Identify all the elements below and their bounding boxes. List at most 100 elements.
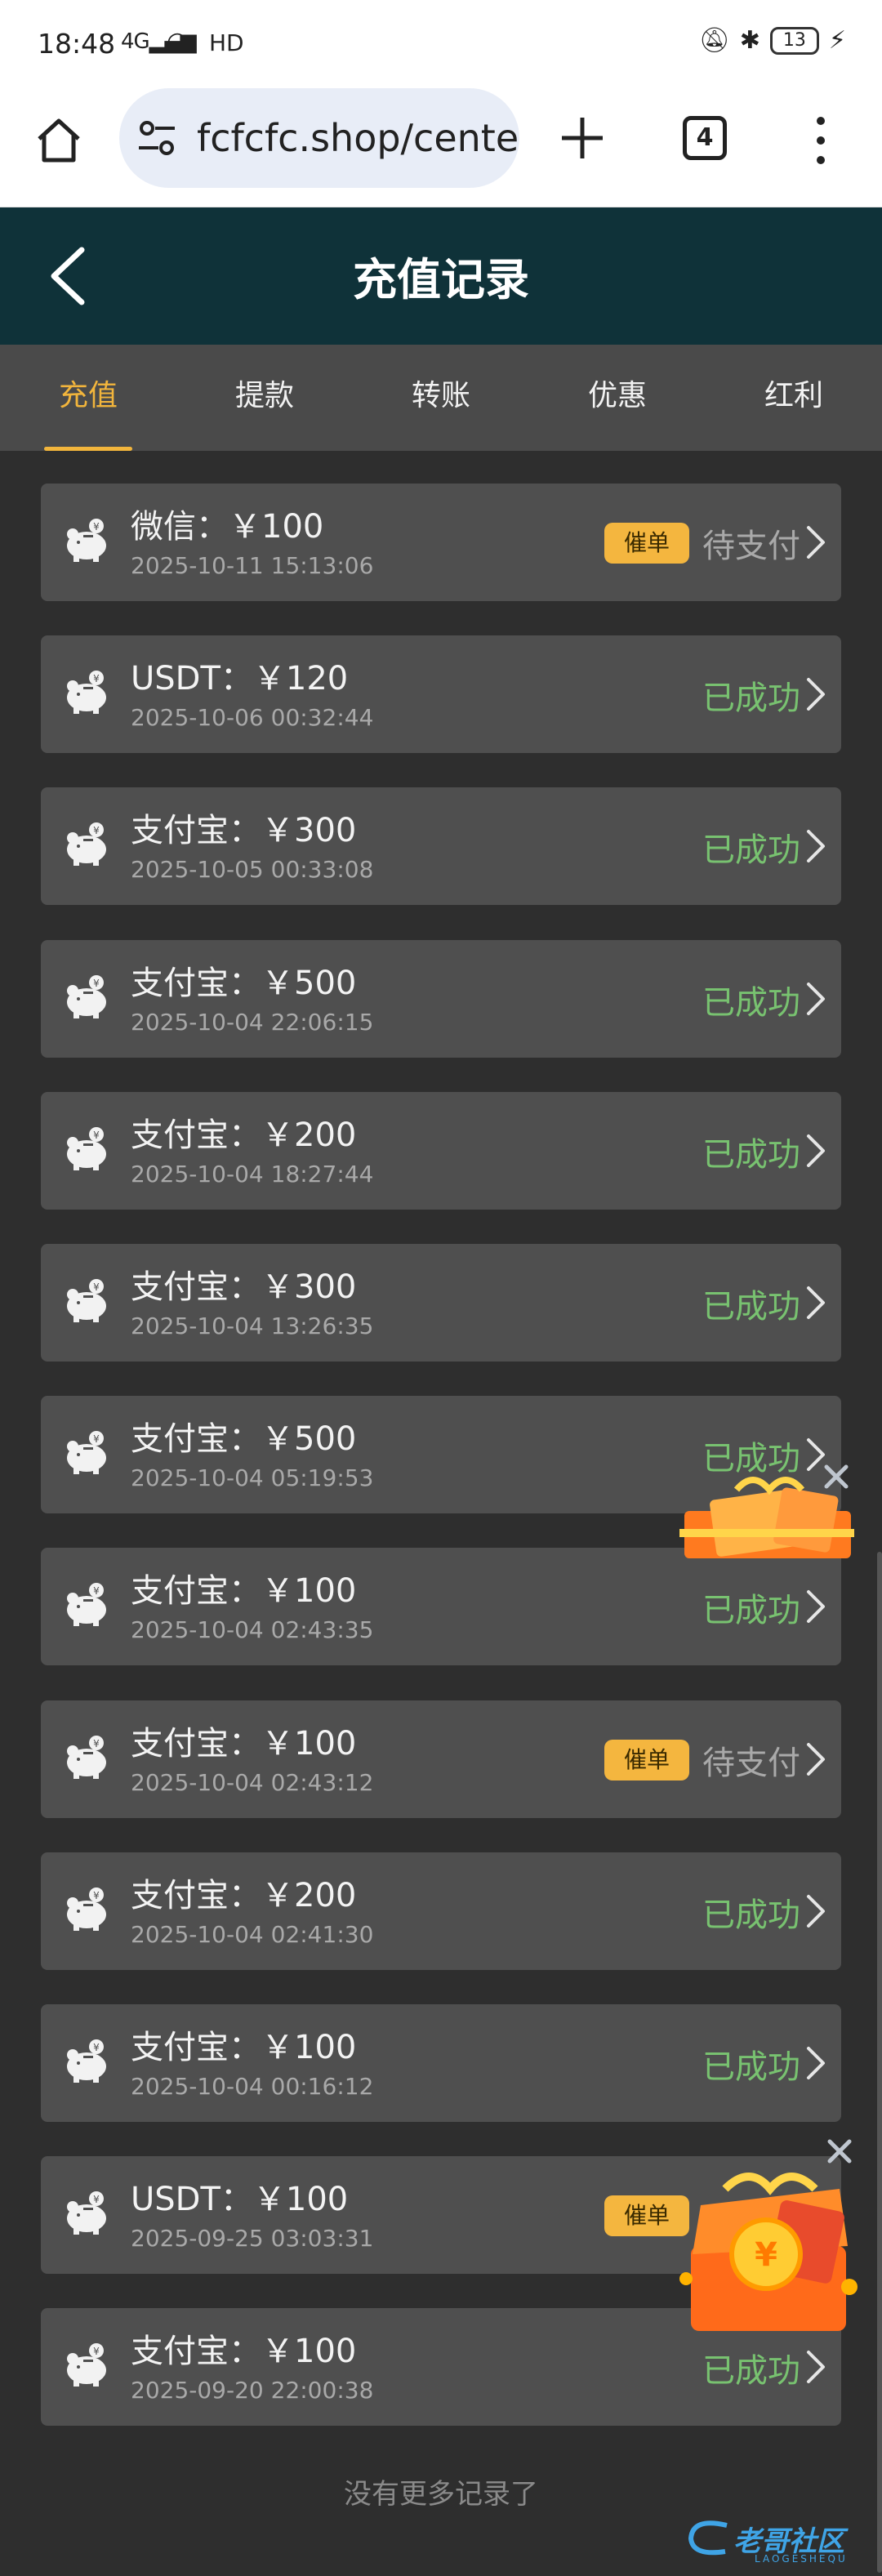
record-card[interactable]: ¥ 支付宝：￥300 2025-10-05 00:33:08 已成功 <box>41 787 841 905</box>
record-card[interactable]: ¥ 支付宝：￥300 2025-10-04 13:26:35 已成功 <box>41 1244 841 1362</box>
tab-bonus[interactable]: 红利 <box>706 345 882 451</box>
piggy-bank-icon: ¥ <box>67 2191 106 2235</box>
svg-text:¥: ¥ <box>93 1130 100 1141</box>
record-card[interactable]: ¥ 支付宝：￥100 2025-10-04 02:43:35 已成功 <box>41 1548 841 1665</box>
svg-text:¥: ¥ <box>93 2042 100 2053</box>
record-date: 2025-10-04 18:27:44 <box>131 1161 374 1188</box>
chevron-right-icon <box>807 1743 825 1776</box>
svg-text:¥: ¥ <box>93 1890 100 1901</box>
record-type-tabs: 充值 提款 转账 优惠 红利 <box>0 345 882 451</box>
chevron-right-icon <box>807 2047 825 2079</box>
record-amount: 支付宝：￥300 <box>131 1268 357 1306</box>
record-status: 已成功 <box>702 1896 800 1934</box>
record-date: 2025-10-05 00:33:08 <box>131 856 374 883</box>
record-card[interactable]: ¥ 支付宝：￥200 2025-10-04 02:41:30 已成功 <box>41 1852 841 1970</box>
record-card[interactable]: ¥ USDT：￥120 2025-10-06 00:32:44 已成功 <box>41 635 841 753</box>
active-tab-indicator <box>44 447 132 451</box>
record-status: 已成功 <box>702 680 800 717</box>
piggy-bank-icon: ¥ <box>67 1127 106 1170</box>
record-amount: USDT：￥120 <box>131 660 349 697</box>
no-more-records: 没有更多记录了 <box>344 2478 538 2511</box>
record-amount: 支付宝：￥200 <box>131 1116 357 1154</box>
record-status: 待支付 <box>702 1745 800 1782</box>
record-date: 2025-10-11 15:13:06 <box>131 552 374 579</box>
record-date: 2025-10-06 00:32:44 <box>131 704 374 731</box>
address-bar[interactable]: fcfcfc.shop/cente <box>119 88 519 188</box>
bluetooth-icon: ✱ <box>739 26 760 55</box>
piggy-bank-icon: ¥ <box>67 1736 106 1779</box>
piggy-bank-icon: ¥ <box>67 671 106 714</box>
bell-off-icon: 🔕︎ <box>698 26 730 55</box>
red-envelope-gift-icon[interactable]: ¥ <box>676 2156 866 2336</box>
record-status: 已成功 <box>702 2352 800 2390</box>
scrollbar[interactable] <box>877 1552 882 2573</box>
record-amount: 支付宝：￥300 <box>131 812 357 849</box>
record-date: 2025-10-04 00:16:12 <box>131 2073 374 2100</box>
record-card[interactable]: ¥ 支付宝：￥500 2025-10-04 22:06:15 已成功 <box>41 940 841 1058</box>
tab-withdraw[interactable]: 提款 <box>176 345 353 451</box>
chevron-right-icon <box>807 1590 825 1623</box>
page-header: 充值记录 <box>0 207 882 345</box>
record-card[interactable]: ¥ 支付宝：￥200 2025-10-04 18:27:44 已成功 <box>41 1092 841 1210</box>
urge-button[interactable]: 催单 <box>604 1740 689 1780</box>
home-icon[interactable] <box>33 114 85 167</box>
status-right-group: 🔕︎ ✱ 13 ⚡︎ <box>699 26 846 55</box>
record-date: 2025-09-20 22:00:38 <box>131 2377 374 2404</box>
chevron-right-icon <box>807 1134 825 1167</box>
new-tab-icon[interactable] <box>554 109 611 167</box>
record-amount: 支付宝：￥500 <box>131 1420 357 1458</box>
chevron-right-icon <box>807 526 825 559</box>
record-amount: 微信：￥100 <box>131 508 324 546</box>
piggy-bank-icon: ¥ <box>67 975 106 1018</box>
url-text: fcfcfc.shop/cente <box>197 116 519 160</box>
record-amount: USDT：￥100 <box>131 2181 349 2218</box>
record-amount: 支付宝：￥100 <box>131 2029 357 2066</box>
tab-recharge[interactable]: 充值 <box>0 345 176 451</box>
site-settings-icon[interactable] <box>136 118 178 158</box>
hd-indicator: HD <box>209 29 244 56</box>
tab-promotion[interactable]: 优惠 <box>529 345 706 451</box>
tab-transfer[interactable]: 转账 <box>353 345 529 451</box>
urge-button[interactable]: 催单 <box>604 523 689 564</box>
svg-text:¥: ¥ <box>93 1281 100 1293</box>
piggy-bank-icon: ¥ <box>67 822 106 866</box>
record-card[interactable]: ¥ 支付宝：￥100 2025-10-04 00:16:12 已成功 <box>41 2004 841 2122</box>
record-status: 已成功 <box>702 1288 800 1326</box>
watermark-logo: 老哥社区 LAOGESHEQU <box>684 2514 872 2571</box>
record-date: 2025-10-04 02:41:30 <box>131 1921 374 1948</box>
record-status: 已成功 <box>702 2048 800 2086</box>
record-amount: 支付宝：￥100 <box>131 1725 357 1763</box>
record-status: 已成功 <box>702 984 800 1022</box>
chevron-right-icon <box>807 983 825 1015</box>
svg-text:¥: ¥ <box>93 1585 100 1597</box>
tab-switcher-button[interactable]: 4 <box>683 116 727 160</box>
record-card[interactable]: ¥ 支付宝：￥100 2025-10-04 02:43:12 催单 待支付 <box>41 1700 841 1818</box>
svg-text:¥: ¥ <box>93 521 100 533</box>
piggy-bank-icon: ¥ <box>67 1583 106 1626</box>
record-card[interactable]: ¥ 微信：￥100 2025-10-11 15:13:06 催单 待支付 <box>41 484 841 601</box>
page-title: 充值记录 <box>353 254 529 305</box>
piggy-bank-icon: ¥ <box>67 1887 106 1931</box>
svg-text:¥: ¥ <box>93 2194 100 2205</box>
wifi-icon: ◠ <box>167 27 189 56</box>
watermark-swoosh-icon <box>688 2520 728 2556</box>
chevron-right-icon <box>807 830 825 862</box>
more-menu-icon[interactable] <box>808 114 833 167</box>
close-icon[interactable] <box>825 2137 854 2166</box>
record-date: 2025-10-04 13:26:35 <box>131 1313 374 1339</box>
close-icon[interactable] <box>822 1462 851 1491</box>
svg-text:¥: ¥ <box>93 2346 100 2357</box>
svg-text:¥: ¥ <box>93 978 100 989</box>
record-status: 已成功 <box>702 1136 800 1174</box>
charging-icon: ⚡︎ <box>828 26 846 55</box>
chevron-right-icon <box>807 678 825 711</box>
record-date: 2025-10-04 02:43:12 <box>131 1769 374 1796</box>
svg-text:¥: ¥ <box>755 2236 777 2274</box>
watermark-subtext: LAOGESHEQU <box>755 2553 848 2565</box>
record-amount: 支付宝：￥500 <box>131 965 357 1002</box>
svg-text:¥: ¥ <box>93 1738 100 1749</box>
record-amount: 支付宝：￥100 <box>131 2333 357 2370</box>
chevron-right-icon <box>807 1895 825 1928</box>
record-date: 2025-10-04 02:43:35 <box>131 1616 374 1643</box>
record-date: 2025-10-04 05:19:53 <box>131 1464 374 1491</box>
